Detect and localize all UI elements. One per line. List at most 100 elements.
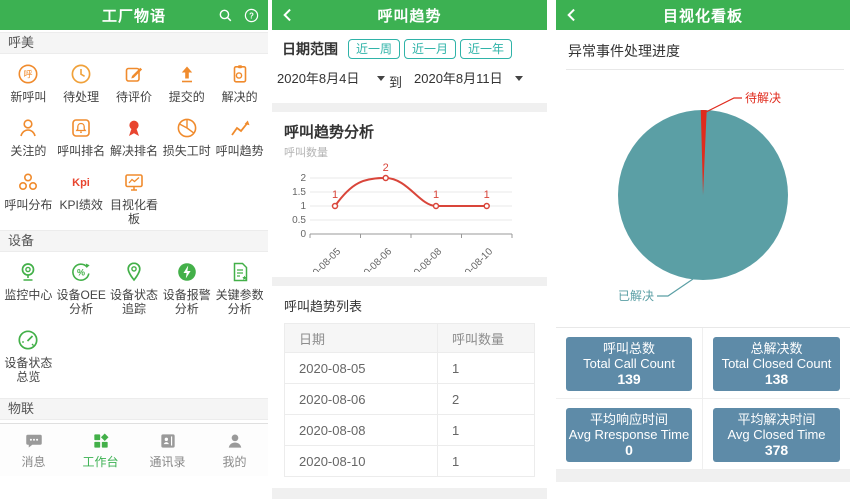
- nav-item-workbench[interactable]: 工作台: [67, 424, 134, 476]
- trend-up-icon: [228, 116, 252, 140]
- location-pin-icon: [122, 260, 146, 284]
- y-tick: 0: [300, 229, 306, 240]
- stat-card-total-closed: 总解决数 Total Closed Count 138: [713, 337, 840, 391]
- bell-icon: [69, 116, 93, 140]
- table-row: 2020-08-08 1: [285, 415, 535, 446]
- trend-appbar: 呼叫趋势: [272, 0, 547, 30]
- trend-table: 日期 呼叫数量 2020-08-05 1 2020-08-06 2 2020-0…: [284, 323, 535, 477]
- distribution-icon: [16, 170, 40, 194]
- edit-icon: [122, 62, 146, 86]
- chart-y-axis-label: 呼叫数量: [284, 144, 547, 160]
- new-call-icon: 呼: [16, 62, 40, 86]
- trend-title: 呼叫趋势: [377, 5, 441, 26]
- upload-icon: [175, 62, 199, 86]
- date-to-picker[interactable]: 2020年8月11日: [414, 68, 503, 87]
- nav-item-messages[interactable]: 消息: [0, 424, 67, 476]
- help-icon[interactable]: ?: [243, 7, 260, 24]
- stat-value: 139: [568, 371, 690, 387]
- range-year-button[interactable]: 近一年: [460, 39, 512, 59]
- stat-cell: 总解决数 Total Closed Count 138: [703, 328, 850, 399]
- lost-hours-icon: [175, 116, 199, 140]
- device-item-key-parameter[interactable]: 关键参数分析: [213, 260, 266, 316]
- device-item-status-tracking[interactable]: 设备状态追踪: [108, 260, 161, 316]
- x-tick: 2020-08-08: [400, 246, 444, 272]
- stat-cards: 呼叫总数 Total Call Count 139 总解决数 Total Clo…: [556, 327, 850, 470]
- stat-cell: 平均解决时间 Avg Closed Time 378: [703, 399, 850, 470]
- dates-row: 2020年8月4日 到 2020年8月11日: [272, 66, 547, 94]
- x-tick: 2020-08-10: [451, 246, 495, 272]
- section-iot-label: 物联: [8, 401, 34, 416]
- y-tick: 1: [300, 201, 306, 212]
- visual-board-screen: 目视化看板 异常事件处理进度 待解决 已解决 呼叫总数 Total Call C…: [556, 0, 850, 476]
- svg-text:%: %: [77, 267, 85, 277]
- line-chart: 2 1.5 1 0.5 0 1 2 1 1 2020-08-05 2020-08…: [272, 160, 547, 272]
- chart-title: 呼叫趋势分析: [284, 121, 547, 142]
- date-range-label: 日期范围: [282, 39, 338, 59]
- range-month-button[interactable]: 近一月: [404, 39, 456, 59]
- home-item-call-trend[interactable]: 呼叫趋势: [213, 116, 266, 158]
- oee-cycle-icon: %: [69, 260, 93, 284]
- lightning-icon: [175, 260, 199, 284]
- date-range-row: 日期范围 近一周 近一月 近一年: [282, 38, 547, 60]
- nav-item-contacts[interactable]: 通讯录: [134, 424, 201, 476]
- home-item-resolve-ranking[interactable]: 解决排名: [108, 116, 161, 158]
- stat-cell: 平均响应时间 Avg Rresponse Time 0: [556, 399, 703, 470]
- home-item-resolved[interactable]: 解决的: [213, 62, 266, 104]
- svg-text:Kpi: Kpi: [72, 177, 90, 189]
- trend-list-card: 呼叫趋势列表 日期 呼叫数量 2020-08-05 1 2020-08-06 2…: [272, 296, 547, 477]
- home-item-followed[interactable]: 关注的: [2, 116, 55, 158]
- y-tick: 0.5: [292, 215, 306, 226]
- x-tick: 2020-08-05: [299, 246, 343, 272]
- dashboard-monitor-icon: [122, 170, 146, 194]
- home-item-call-distribution[interactable]: 呼叫分布: [2, 170, 55, 226]
- stat-card-avg-closed: 平均解决时间 Avg Closed Time 378: [713, 408, 840, 462]
- home-item-visual-board[interactable]: 目视化看板: [108, 170, 161, 226]
- home-item-kpi[interactable]: Kpi KPI绩效: [55, 170, 108, 226]
- trend-chart-card: 呼叫趋势分析 呼叫数量 2 1.5 1 0.5 0: [272, 121, 547, 277]
- home-item-submitted[interactable]: 提交的: [160, 62, 213, 104]
- back-icon[interactable]: [278, 5, 298, 25]
- caret-down-icon[interactable]: [377, 76, 385, 81]
- divider: [272, 488, 547, 499]
- board-appbar: 目视化看板: [556, 0, 850, 30]
- col-count: 呼叫数量: [438, 324, 535, 353]
- point-label: 1: [433, 189, 439, 201]
- home-item-pending[interactable]: 待处理: [55, 62, 108, 104]
- device-item-monitor-center[interactable]: 监控中心: [2, 260, 55, 316]
- clock-icon: [69, 62, 93, 86]
- home-item-new-call[interactable]: 呼 新呼叫: [2, 62, 55, 104]
- board-title: 目视化看板: [663, 5, 743, 26]
- table-row: 2020-08-06 2: [285, 384, 535, 415]
- workbench-grid-icon: [91, 431, 111, 451]
- section-call-header: 呼美: [0, 32, 268, 54]
- gauge-icon: [16, 328, 40, 352]
- col-date: 日期: [285, 324, 438, 353]
- user-icon: [225, 431, 245, 451]
- table-row: 2020-08-05 1: [285, 353, 535, 384]
- home-item-call-ranking[interactable]: 呼叫排名: [55, 116, 108, 158]
- date-from-picker[interactable]: 2020年8月4日: [277, 68, 359, 87]
- call-glyph: 呼: [24, 69, 33, 79]
- back-icon[interactable]: [562, 5, 582, 25]
- nav-item-mine[interactable]: 我的: [201, 424, 268, 476]
- bottom-nav: 消息 工作台 通讯录 我的: [0, 423, 268, 476]
- home-item-to-evaluate[interactable]: 待评价: [108, 62, 161, 104]
- divider: [556, 470, 850, 482]
- caret-down-icon[interactable]: [515, 76, 523, 81]
- range-week-button[interactable]: 近一周: [348, 39, 400, 59]
- section-iot-header: 物联: [0, 398, 268, 420]
- section-call-label: 呼美: [8, 35, 34, 50]
- medal-icon: [122, 116, 146, 140]
- table-header-row: 日期 呼叫数量: [285, 324, 535, 353]
- device-item-alarm-analysis[interactable]: 设备报警分析: [160, 260, 213, 316]
- device-grid: 监控中心 % 设备OEE分析 设备状态追踪 设备报警分析: [0, 252, 268, 388]
- device-item-oee[interactable]: % 设备OEE分析: [55, 260, 108, 316]
- pie-label-pending: 待解决: [745, 91, 781, 105]
- pie-label-resolved: 已解决: [618, 289, 654, 303]
- stat-value: 378: [715, 442, 838, 458]
- person-icon: [16, 116, 40, 140]
- home-item-lost-hours[interactable]: 损失工时: [160, 116, 213, 158]
- stat-cell: 呼叫总数 Total Call Count 139: [556, 328, 703, 399]
- search-icon[interactable]: [217, 7, 234, 24]
- device-item-status-overview[interactable]: 设备状态总览: [2, 328, 55, 384]
